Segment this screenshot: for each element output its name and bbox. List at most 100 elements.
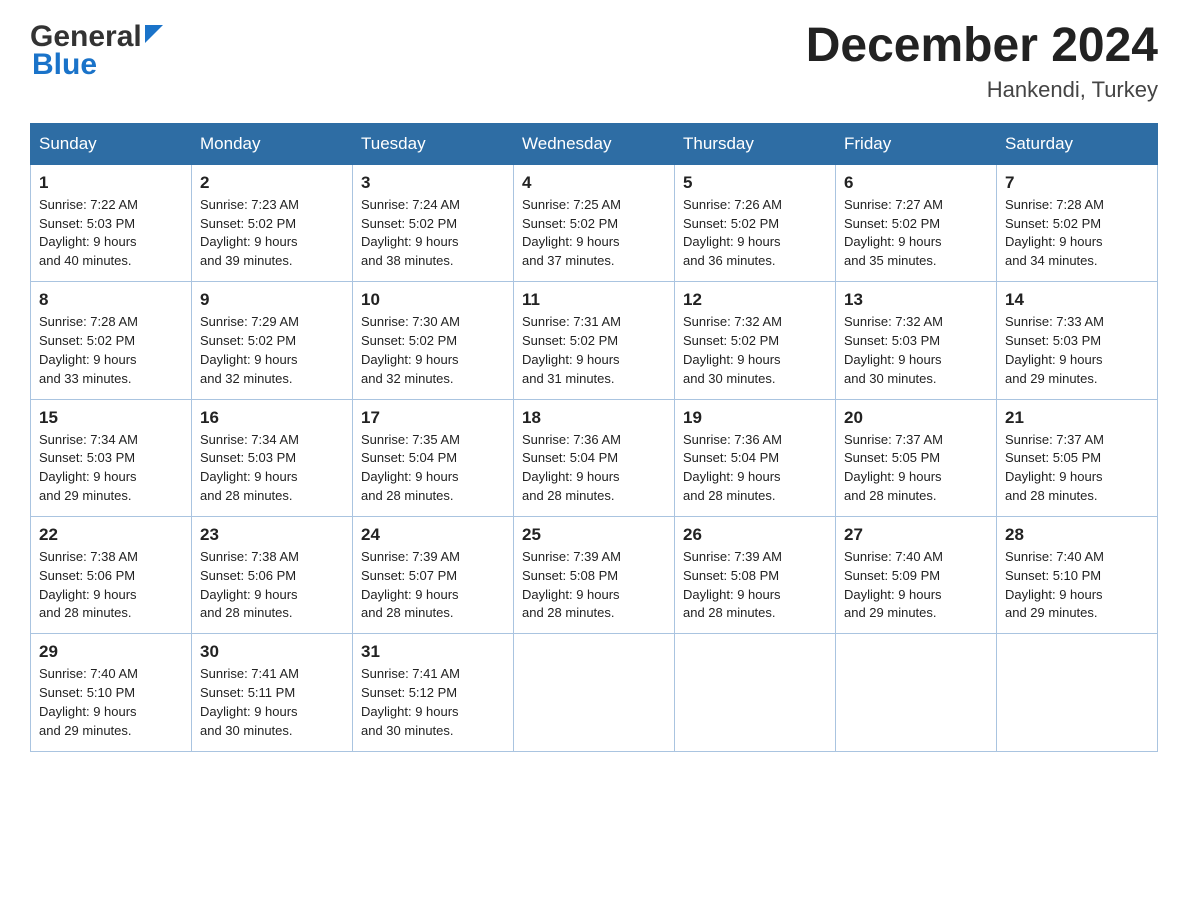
day-number: 21 [1005, 408, 1149, 428]
calendar-cell: 19Sunrise: 7:36 AMSunset: 5:04 PMDayligh… [675, 399, 836, 516]
day-info: Sunrise: 7:33 AMSunset: 5:03 PMDaylight:… [1005, 314, 1104, 386]
calendar-cell: 31Sunrise: 7:41 AMSunset: 5:12 PMDayligh… [353, 634, 514, 751]
calendar-cell: 14 Sunrise: 7:33 AMSunset: 5:03 PMDayligh… [997, 282, 1158, 399]
calendar-cell: 20Sunrise: 7:37 AMSunset: 5:05 PMDayligh… [836, 399, 997, 516]
day-info: Sunrise: 7:38 AMSunset: 5:06 PMDaylight:… [200, 549, 299, 621]
calendar-cell: 17Sunrise: 7:35 AMSunset: 5:04 PMDayligh… [353, 399, 514, 516]
day-number: 12 [683, 290, 827, 310]
day-number: 6 [844, 173, 988, 193]
day-number: 24 [361, 525, 505, 545]
weekday-header-thursday: Thursday [675, 123, 836, 164]
day-number: 4 [522, 173, 666, 193]
day-info: Sunrise: 7:28 AMSunset: 5:02 PMDaylight:… [1005, 197, 1104, 269]
day-info: Sunrise: 7:41 AMSunset: 5:11 PMDaylight:… [200, 666, 299, 738]
weekday-header-monday: Monday [192, 123, 353, 164]
day-number: 9 [200, 290, 344, 310]
day-info: Sunrise: 7:40 AMSunset: 5:10 PMDaylight:… [39, 666, 138, 738]
calendar-week-4: 22 Sunrise: 7:38 AMSunset: 5:06 PMDayligh… [31, 516, 1158, 633]
day-info: Sunrise: 7:41 AMSunset: 5:12 PMDaylight:… [361, 666, 460, 738]
day-number: 14 [1005, 290, 1149, 310]
calendar-cell: 24 Sunrise: 7:39 AMSunset: 5:07 PMDayligh… [353, 516, 514, 633]
day-info: Sunrise: 7:32 AMSunset: 5:03 PMDaylight:… [844, 314, 943, 386]
calendar-cell: 1 Sunrise: 7:22 AMSunset: 5:03 PMDaylight… [31, 164, 192, 281]
calendar-cell: 15Sunrise: 7:34 AMSunset: 5:03 PMDayligh… [31, 399, 192, 516]
day-info: Sunrise: 7:29 AMSunset: 5:02 PMDaylight:… [200, 314, 299, 386]
day-info: Sunrise: 7:28 AMSunset: 5:02 PMDaylight:… [39, 314, 138, 386]
calendar-cell: 6 Sunrise: 7:27 AMSunset: 5:02 PMDaylight… [836, 164, 997, 281]
day-info: Sunrise: 7:24 AMSunset: 5:02 PMDaylight:… [361, 197, 460, 269]
day-number: 25 [522, 525, 666, 545]
day-info: Sunrise: 7:39 AMSunset: 5:07 PMDaylight:… [361, 549, 460, 621]
day-info: Sunrise: 7:22 AMSunset: 5:03 PMDaylight:… [39, 197, 138, 269]
weekday-header-sunday: Sunday [31, 123, 192, 164]
day-number: 29 [39, 642, 183, 662]
calendar-cell: 7 Sunrise: 7:28 AMSunset: 5:02 PMDaylight… [997, 164, 1158, 281]
day-number: 1 [39, 173, 183, 193]
calendar-cell: 28 Sunrise: 7:40 AMSunset: 5:10 PMDayligh… [997, 516, 1158, 633]
day-number: 27 [844, 525, 988, 545]
day-info: Sunrise: 7:37 AMSunset: 5:05 PMDaylight:… [1005, 432, 1104, 504]
title-area: December 2024 Hankendi, Turkey [806, 20, 1158, 103]
day-info: Sunrise: 7:39 AMSunset: 5:08 PMDaylight:… [522, 549, 621, 621]
calendar-cell: 22 Sunrise: 7:38 AMSunset: 5:06 PMDayligh… [31, 516, 192, 633]
calendar-cell: 23 Sunrise: 7:38 AMSunset: 5:06 PMDayligh… [192, 516, 353, 633]
month-title: December 2024 [806, 20, 1158, 73]
calendar-cell: 8Sunrise: 7:28 AMSunset: 5:02 PMDaylight… [31, 282, 192, 399]
calendar-cell: 11 Sunrise: 7:31 AMSunset: 5:02 PMDayligh… [514, 282, 675, 399]
day-info: Sunrise: 7:31 AMSunset: 5:02 PMDaylight:… [522, 314, 621, 386]
day-number: 17 [361, 408, 505, 428]
calendar-cell [514, 634, 675, 751]
day-number: 11 [522, 290, 666, 310]
calendar-week-3: 15Sunrise: 7:34 AMSunset: 5:03 PMDayligh… [31, 399, 1158, 516]
day-number: 7 [1005, 173, 1149, 193]
location-text: Hankendi, Turkey [806, 77, 1158, 103]
calendar-cell: 21 Sunrise: 7:37 AMSunset: 5:05 PMDayligh… [997, 399, 1158, 516]
calendar-cell: 29 Sunrise: 7:40 AMSunset: 5:10 PMDayligh… [31, 634, 192, 751]
page-header: General Blue December 2024 Hankendi, Tur… [30, 20, 1158, 103]
calendar-week-1: 1 Sunrise: 7:22 AMSunset: 5:03 PMDaylight… [31, 164, 1158, 281]
day-info: Sunrise: 7:40 AMSunset: 5:10 PMDaylight:… [1005, 549, 1104, 621]
day-info: Sunrise: 7:40 AMSunset: 5:09 PMDaylight:… [844, 549, 943, 621]
calendar-cell [836, 634, 997, 751]
day-number: 16 [200, 408, 344, 428]
calendar-cell: 4Sunrise: 7:25 AMSunset: 5:02 PMDaylight… [514, 164, 675, 281]
day-number: 22 [39, 525, 183, 545]
day-number: 13 [844, 290, 988, 310]
day-info: Sunrise: 7:27 AMSunset: 5:02 PMDaylight:… [844, 197, 943, 269]
logo-blue-text: Blue [32, 48, 97, 82]
day-info: Sunrise: 7:26 AMSunset: 5:02 PMDaylight:… [683, 197, 782, 269]
calendar-cell: 5 Sunrise: 7:26 AMSunset: 5:02 PMDaylight… [675, 164, 836, 281]
day-info: Sunrise: 7:38 AMSunset: 5:06 PMDaylight:… [39, 549, 138, 621]
calendar-cell: 2 Sunrise: 7:23 AMSunset: 5:02 PMDaylight… [192, 164, 353, 281]
calendar-cell: 16 Sunrise: 7:34 AMSunset: 5:03 PMDayligh… [192, 399, 353, 516]
calendar-cell: 18Sunrise: 7:36 AMSunset: 5:04 PMDayligh… [514, 399, 675, 516]
day-info: Sunrise: 7:32 AMSunset: 5:02 PMDaylight:… [683, 314, 782, 386]
day-number: 5 [683, 173, 827, 193]
day-number: 3 [361, 173, 505, 193]
day-info: Sunrise: 7:23 AMSunset: 5:02 PMDaylight:… [200, 197, 299, 269]
calendar-week-5: 29 Sunrise: 7:40 AMSunset: 5:10 PMDayligh… [31, 634, 1158, 751]
day-number: 28 [1005, 525, 1149, 545]
day-number: 23 [200, 525, 344, 545]
day-info: Sunrise: 7:36 AMSunset: 5:04 PMDaylight:… [683, 432, 782, 504]
day-number: 30 [200, 642, 344, 662]
day-number: 10 [361, 290, 505, 310]
calendar-cell: 9 Sunrise: 7:29 AMSunset: 5:02 PMDaylight… [192, 282, 353, 399]
day-info: Sunrise: 7:34 AMSunset: 5:03 PMDaylight:… [200, 432, 299, 504]
weekday-header-saturday: Saturday [997, 123, 1158, 164]
logo: General Blue [30, 20, 167, 82]
day-number: 2 [200, 173, 344, 193]
day-info: Sunrise: 7:30 AMSunset: 5:02 PMDaylight:… [361, 314, 460, 386]
day-info: Sunrise: 7:36 AMSunset: 5:04 PMDaylight:… [522, 432, 621, 504]
calendar-cell: 10 Sunrise: 7:30 AMSunset: 5:02 PMDayligh… [353, 282, 514, 399]
calendar-cell: 30 Sunrise: 7:41 AMSunset: 5:11 PMDayligh… [192, 634, 353, 751]
weekday-header-wednesday: Wednesday [514, 123, 675, 164]
weekday-header-friday: Friday [836, 123, 997, 164]
calendar-cell: 13 Sunrise: 7:32 AMSunset: 5:03 PMDayligh… [836, 282, 997, 399]
calendar-cell: 12 Sunrise: 7:32 AMSunset: 5:02 PMDayligh… [675, 282, 836, 399]
weekday-header-row: SundayMondayTuesdayWednesdayThursdayFrid… [31, 123, 1158, 164]
day-info: Sunrise: 7:37 AMSunset: 5:05 PMDaylight:… [844, 432, 943, 504]
day-info: Sunrise: 7:34 AMSunset: 5:03 PMDaylight:… [39, 432, 138, 504]
day-info: Sunrise: 7:39 AMSunset: 5:08 PMDaylight:… [683, 549, 782, 621]
calendar-cell: 27 Sunrise: 7:40 AMSunset: 5:09 PMDayligh… [836, 516, 997, 633]
